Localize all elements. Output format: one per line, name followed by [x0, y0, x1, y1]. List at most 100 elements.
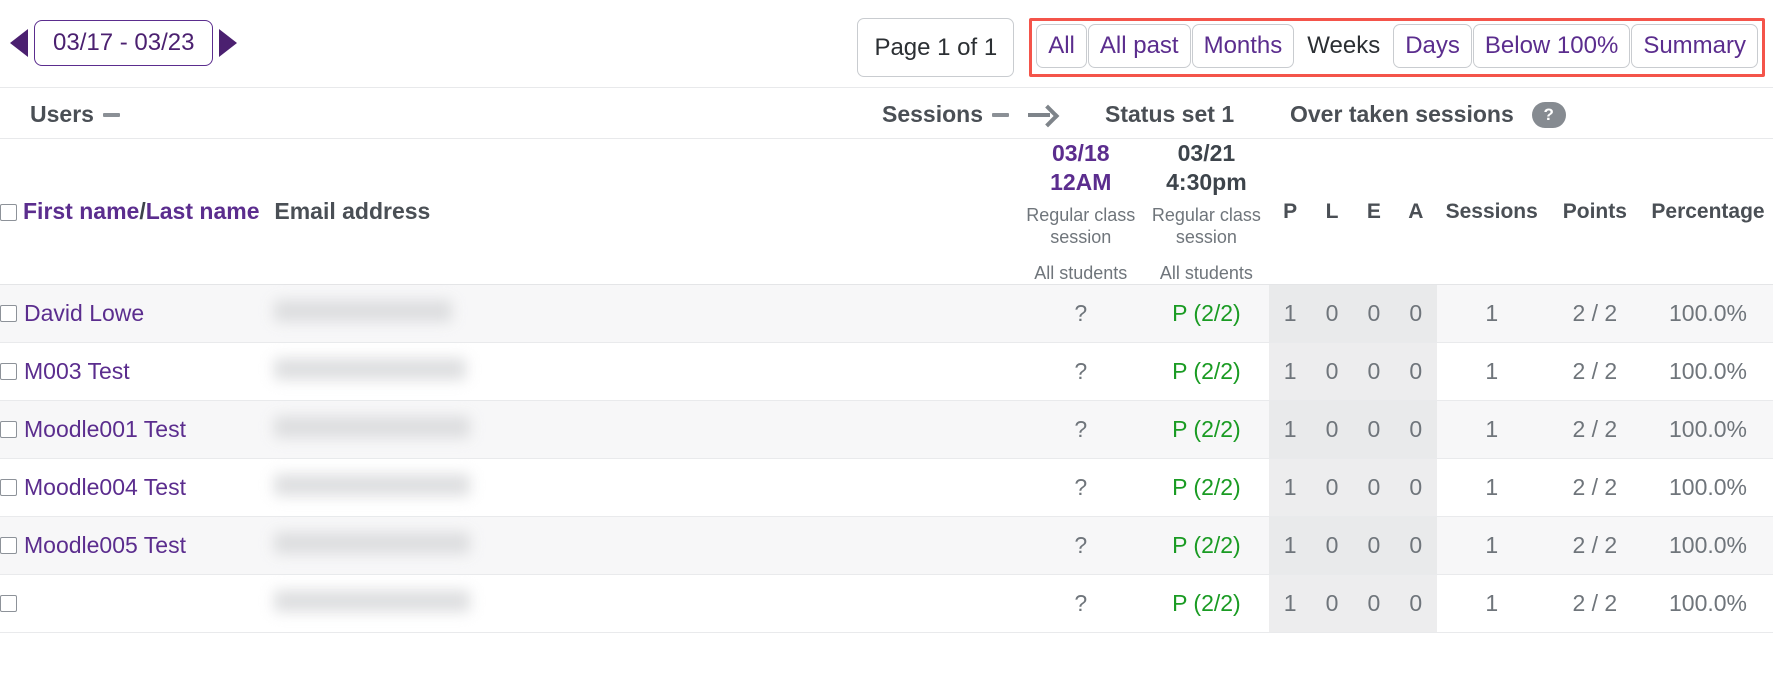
row-count-p: 1	[1269, 342, 1312, 401]
row-points: 2 / 2	[1546, 400, 1644, 459]
table-row: M003 Test ? P (2/2) 1 0 0 0 1 2 / 2 100.…	[0, 342, 1773, 401]
row-count-p: 1	[1269, 574, 1312, 633]
column-header-e: E	[1352, 139, 1395, 285]
row-select-checkbox[interactable]	[0, 479, 17, 496]
row-count-e: 0	[1352, 284, 1395, 343]
redacted-email	[274, 474, 471, 496]
column-header-l: L	[1311, 139, 1353, 285]
session-2-mark-value: P (2/2)	[1172, 532, 1241, 558]
session-2-time[interactable]: 4:30pm	[1144, 168, 1270, 197]
session-2-mark-value: P (2/2)	[1172, 474, 1241, 500]
row-sessions-total: 1	[1436, 284, 1547, 343]
row-count-e: 0	[1352, 516, 1395, 575]
user-name-link[interactable]: Moodle001 Test	[24, 416, 186, 442]
user-name-link[interactable]: David Lowe	[24, 300, 144, 326]
row-percentage: 100.0%	[1643, 284, 1773, 343]
session-1-mark-value: ?	[1074, 300, 1088, 326]
attendance-table: First name/Last name Email address 03/18…	[0, 139, 1773, 633]
view-current-weeks: Weeks	[1307, 32, 1381, 59]
row-session-2-mark[interactable]: P (2/2)	[1143, 458, 1270, 517]
row-session-2-mark[interactable]: P (2/2)	[1143, 342, 1270, 401]
user-name-link[interactable]: M003 Test	[24, 358, 130, 384]
row-select-checkbox[interactable]	[0, 595, 17, 612]
row-sessions-total: 1	[1436, 516, 1547, 575]
column-header-p: P	[1269, 139, 1312, 285]
table-row: Moodle004 Test ? P (2/2) 1 0 0 0 1 2 / 2…	[0, 458, 1773, 517]
redacted-email	[274, 300, 453, 322]
session-2-mark-value: P (2/2)	[1172, 300, 1241, 326]
row-session-1-mark[interactable]: ?	[1017, 400, 1144, 459]
row-session-1-mark[interactable]: ?	[1017, 342, 1144, 401]
column-header-email[interactable]: Email address	[274, 139, 1018, 285]
view-button-summary[interactable]: Summary	[1631, 24, 1758, 68]
collapse-users-minus-icon[interactable]	[102, 112, 120, 117]
row-count-p: 1	[1269, 458, 1312, 517]
row-select-checkbox[interactable]	[0, 305, 17, 322]
row-session-1-mark[interactable]: ?	[1017, 516, 1144, 575]
group-header-sessions-label: Sessions	[882, 101, 983, 127]
session-1-date[interactable]: 03/18	[1018, 139, 1144, 168]
row-select-checkbox[interactable]	[0, 363, 17, 380]
row-session-2-mark[interactable]: P (2/2)	[1143, 516, 1270, 575]
column-header-last-name[interactable]: Last name	[146, 198, 260, 224]
column-header-session-2: 03/21 4:30pm Regular class session All s…	[1143, 139, 1270, 285]
row-points: 2 / 2	[1546, 574, 1644, 633]
row-session-1-mark[interactable]: ?	[1017, 574, 1144, 633]
column-header-name[interactable]: First name/Last name	[0, 139, 275, 285]
row-count-a: 0	[1394, 574, 1437, 633]
table-row: Moodle005 Test ? P (2/2) 1 0 0 0 1 2 / 2…	[0, 516, 1773, 575]
group-header-sessions: Sessions	[882, 101, 1058, 128]
session-2-group: All students	[1159, 262, 1253, 283]
row-name-cell[interactable]: Moodle001 Test	[0, 400, 275, 459]
row-percentage: 100.0%	[1643, 458, 1773, 517]
session-1-mark-value: ?	[1074, 416, 1088, 442]
row-select-checkbox[interactable]	[0, 421, 17, 438]
row-session-2-mark[interactable]: P (2/2)	[1143, 284, 1270, 343]
session-1-mark-value: ?	[1074, 532, 1088, 558]
select-all-checkbox[interactable]	[0, 204, 17, 222]
row-session-1-mark[interactable]: ?	[1017, 284, 1144, 343]
row-name-cell[interactable]: David Lowe	[0, 284, 275, 343]
row-count-a: 0	[1394, 400, 1437, 459]
row-count-l: 0	[1311, 342, 1353, 401]
row-email-cell	[274, 516, 1018, 575]
session-2-date[interactable]: 03/21	[1144, 139, 1270, 168]
help-icon[interactable]: ?	[1531, 101, 1566, 128]
row-name-cell[interactable]	[0, 574, 275, 633]
collapse-sessions-minus-icon[interactable]	[992, 112, 1009, 117]
row-session-2-mark[interactable]: P (2/2)	[1143, 574, 1270, 633]
user-name-link[interactable]: Moodle004 Test	[24, 474, 186, 500]
row-email-cell	[274, 284, 1018, 343]
row-name-cell[interactable]: Moodle005 Test	[0, 516, 275, 575]
user-name-link[interactable]: Moodle005 Test	[24, 532, 186, 558]
view-button-all[interactable]: All	[1036, 24, 1087, 68]
session-1-time[interactable]: 12AM	[1018, 168, 1144, 197]
previous-period-arrow-icon[interactable]	[10, 29, 28, 57]
row-percentage: 100.0%	[1643, 400, 1773, 459]
period-range-button[interactable]: 03/17 - 03/23	[34, 20, 214, 66]
view-button-all-past[interactable]: All past	[1087, 24, 1191, 68]
page-indicator[interactable]: Page 1 of 1	[857, 18, 1015, 77]
row-name-cell[interactable]: M003 Test	[0, 342, 275, 401]
session-1-mark-value: ?	[1074, 358, 1088, 384]
top-toolbar: 03/17 - 03/23 Page 1 of 1 All All past M…	[0, 0, 1773, 88]
view-button-days[interactable]: Days	[1393, 24, 1472, 68]
row-name-cell[interactable]: Moodle004 Test	[0, 458, 275, 517]
row-percentage: 100.0%	[1643, 516, 1773, 575]
next-period-arrow-icon[interactable]	[219, 29, 238, 57]
row-select-checkbox[interactable]	[0, 537, 17, 554]
redacted-email	[274, 416, 471, 438]
row-count-a: 0	[1394, 284, 1437, 343]
row-count-p: 1	[1269, 516, 1312, 575]
view-button-below-100[interactable]: Below 100%	[1472, 24, 1631, 68]
group-header-bar: Users Sessions Status set 1 Over taken s…	[0, 88, 1773, 139]
row-email-cell	[274, 400, 1018, 459]
view-button-months[interactable]: Months	[1191, 24, 1295, 68]
row-sessions-total: 1	[1436, 400, 1547, 459]
period-navigator: 03/17 - 03/23	[10, 20, 238, 66]
column-header-first-name[interactable]: First name	[23, 198, 139, 224]
row-session-2-mark[interactable]: P (2/2)	[1143, 400, 1270, 459]
row-session-1-mark[interactable]: ?	[1017, 458, 1144, 517]
sessions-next-arrow-icon[interactable]	[1028, 105, 1058, 125]
view-switcher: All All past Months Weeks Days Below 100…	[1029, 18, 1765, 77]
